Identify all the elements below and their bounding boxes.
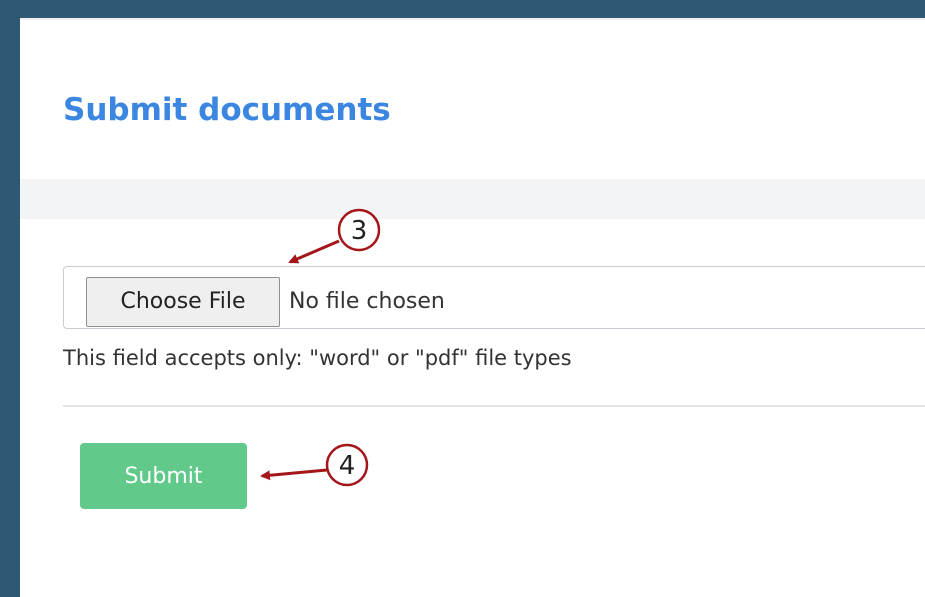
file-status-text: No file chosen (289, 289, 445, 314)
panel-top-border (20, 18, 925, 20)
window-frame-top (0, 0, 925, 18)
content-panel: Submit documents Choose File No file cho… (20, 18, 925, 597)
submit-button[interactable]: Submit (80, 443, 247, 509)
form-divider (63, 405, 925, 407)
section-separator-band (20, 179, 925, 219)
file-upload-field[interactable]: Choose File No file chosen (63, 266, 925, 329)
window-frame-left (0, 0, 20, 597)
file-type-help-text: This field accepts only: "word" or "pdf"… (63, 346, 572, 370)
page-title: Submit documents (63, 92, 391, 128)
choose-file-button[interactable]: Choose File (86, 277, 280, 327)
